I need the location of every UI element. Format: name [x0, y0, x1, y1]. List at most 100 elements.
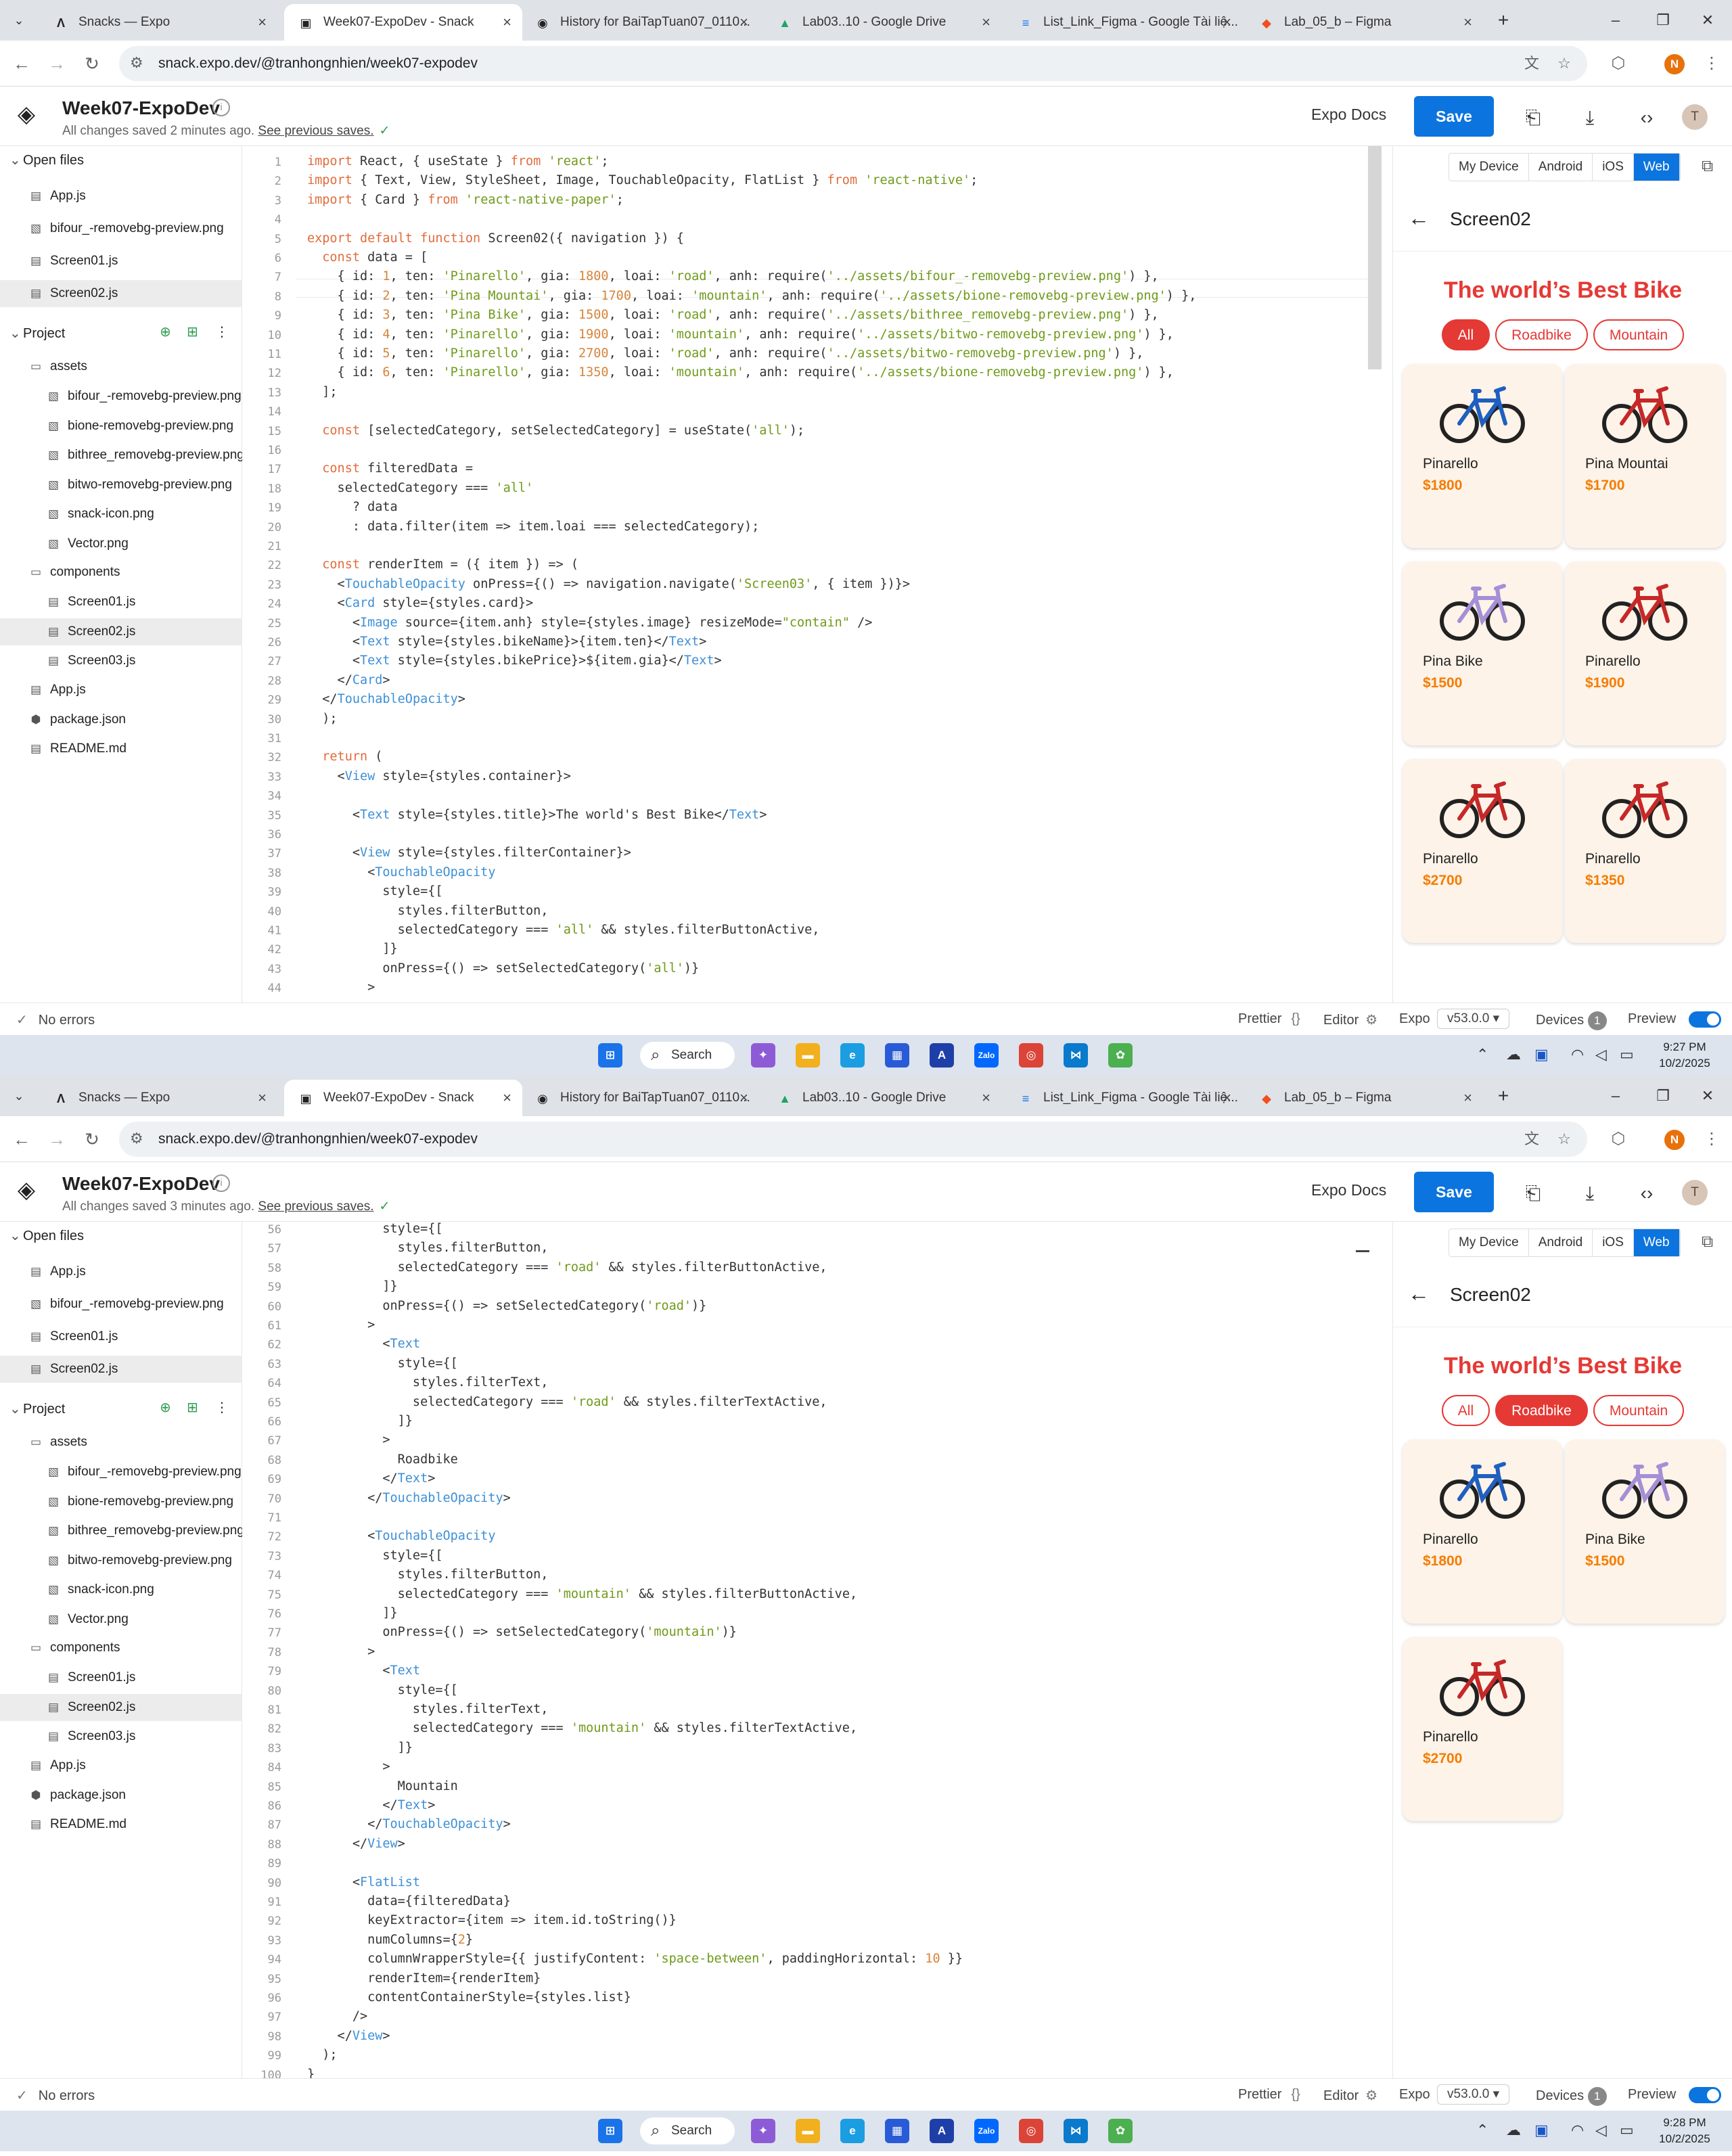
address-bar[interactable]: ⚙ snack.expo.dev/@tranhongnhien/week07-ex…	[119, 46, 1587, 81]
browser-tab[interactable]: ▣ Week07-ExpoDev - Snack ×	[284, 1080, 522, 1116]
close-tab-icon[interactable]: ×	[1223, 1080, 1231, 1116]
close-tab-icon[interactable]: ×	[503, 4, 511, 41]
new-file-icon[interactable]: ⊕	[160, 323, 171, 340]
device-tab[interactable]: Web	[1633, 1229, 1680, 1256]
onedrive-icon[interactable]: ☁	[1506, 2121, 1521, 2139]
filter-button[interactable]: Mountain	[1593, 1395, 1685, 1426]
browser-tab[interactable]: ◉ History for BaiTapTuan07_0110... ×	[521, 4, 759, 41]
device-tab[interactable]: My Device	[1449, 1229, 1529, 1256]
sdk-version-select[interactable]: v53.0.0 ▾	[1437, 2084, 1510, 2105]
windows-start-icon[interactable]: ⊞	[598, 1043, 622, 1068]
embed-code-icon[interactable]: ‹›	[1633, 1180, 1660, 1207]
device-tab[interactable]: Android	[1529, 154, 1593, 181]
file-explorer-icon[interactable]: ▬	[796, 1043, 820, 1068]
vscode-icon[interactable]: ⋈	[1064, 2119, 1088, 2143]
tab-search-chevron-icon[interactable]: ⌄	[8, 9, 30, 31]
tray-chevron-icon[interactable]: ⌃	[1476, 2121, 1488, 2139]
filter-button[interactable]: All	[1441, 1395, 1490, 1426]
qr-device-icon[interactable]: ⎗	[1520, 104, 1547, 131]
info-icon[interactable]: i	[212, 99, 230, 116]
new-folder-icon[interactable]: ⊞	[187, 323, 198, 340]
close-tab-icon[interactable]: ×	[258, 1080, 267, 1116]
asset-file-item[interactable]: ▧ bithree_removebg-preview.png	[0, 1517, 242, 1544]
bike-card[interactable]: Pinarello $2700	[1403, 1637, 1562, 1821]
wifi-icon[interactable]: ◠	[1571, 2121, 1584, 2139]
open-files-header[interactable]: ⌄ Open files	[9, 1227, 84, 1244]
component-file-item[interactable]: ▤ Screen02.js	[0, 618, 242, 645]
save-button[interactable]: Save	[1414, 96, 1494, 137]
folder-assets[interactable]: ▭ assets	[0, 353, 242, 380]
store-icon[interactable]: ▦	[885, 1043, 909, 1068]
back-arrow-icon[interactable]: ←	[1408, 1281, 1430, 1306]
project-menu-icon[interactable]: ⋮	[215, 1399, 229, 1416]
open-file-item[interactable]: ▤ Screen01.js	[0, 1323, 242, 1350]
component-file-item[interactable]: ▤ Screen02.js	[0, 1693, 242, 1721]
tab-search-chevron-icon[interactable]: ⌄	[8, 1085, 30, 1107]
snack-logo-icon[interactable]: ◈	[12, 1176, 41, 1204]
prettier-toggle[interactable]: Prettier {}	[1238, 1011, 1300, 1027]
open-file-item[interactable]: ▤ App.js	[0, 1258, 242, 1285]
root-file-item[interactable]: ⬢ package.json	[0, 706, 242, 733]
code-editor[interactable]: 56 style={[57 styles.filterButton, 58 sel…	[242, 1222, 1392, 2078]
editor-settings[interactable]: Editor ⚙	[1323, 1011, 1377, 1028]
bike-card[interactable]: Pinarello $1900	[1565, 561, 1725, 746]
site-info-icon[interactable]: ⚙	[130, 54, 143, 72]
open-files-header[interactable]: ⌄ Open files	[9, 152, 84, 168]
taskbar-clock[interactable]: 9:28 PM 10/2/2025	[1651, 2115, 1718, 2147]
tray-chevron-icon[interactable]: ⌃	[1476, 1046, 1488, 1063]
profile-avatar[interactable]: N	[1664, 1130, 1685, 1150]
no-errors-status[interactable]: ✓ No errors	[16, 1011, 95, 1028]
close-tab-icon[interactable]: ×	[982, 1080, 990, 1116]
folder-components[interactable]: ▭ components	[0, 1634, 242, 1661]
filter-button[interactable]: Roadbike	[1495, 319, 1588, 350]
close-tab-icon[interactable]: ×	[503, 1080, 511, 1116]
no-errors-status[interactable]: ✓ No errors	[16, 2087, 95, 2104]
back-arrow-icon[interactable]: ←	[9, 51, 34, 76]
battery-icon[interactable]: ▭	[1620, 2121, 1634, 2139]
close-tab-icon[interactable]: ×	[739, 1080, 748, 1116]
qr-device-icon[interactable]: ⎗	[1520, 1180, 1547, 1207]
preview-toggle[interactable]	[1689, 2087, 1721, 2103]
bike-card[interactable]: Pinarello $1800	[1403, 364, 1562, 548]
onedrive-icon[interactable]: ☁	[1506, 1046, 1521, 1063]
browser-tab[interactable]: ▲ Lab03..10 - Google Drive ×	[763, 4, 1001, 41]
asset-file-item[interactable]: ▧ Vector.png	[0, 1606, 242, 1633]
forward-arrow-icon[interactable]: →	[45, 1127, 69, 1151]
chrome-icon[interactable]: ◎	[1019, 2119, 1043, 2143]
component-file-item[interactable]: ▤ Screen01.js	[0, 589, 242, 616]
devices-button[interactable]: Devices 1	[1536, 2087, 1607, 2106]
project-menu-icon[interactable]: ⋮	[215, 323, 229, 340]
address-bar[interactable]: ⚙ snack.expo.dev/@tranhongnhien/week07-ex…	[119, 1122, 1587, 1157]
open-external-icon[interactable]: ⧉	[1702, 157, 1713, 176]
asset-file-item[interactable]: ▧ bione-removebg-preview.png	[0, 413, 242, 440]
file-explorer-icon[interactable]: ▬	[796, 2119, 820, 2143]
open-file-item[interactable]: ▤ Screen02.js	[0, 280, 242, 307]
component-file-item[interactable]: ▤ Screen03.js	[0, 647, 242, 674]
taskbar-clock[interactable]: 9:27 PM 10/2/2025	[1651, 1039, 1718, 1072]
store-icon[interactable]: ▦	[885, 2119, 909, 2143]
close-tab-icon[interactable]: ×	[1463, 1080, 1472, 1116]
close-window-icon[interactable]: ✕	[1694, 7, 1721, 34]
bookmark-star-icon[interactable]: ☆	[1553, 1128, 1575, 1150]
device-tab[interactable]: Web	[1633, 154, 1680, 181]
filter-button[interactable]: Mountain	[1593, 319, 1685, 350]
back-arrow-icon[interactable]: ←	[9, 1127, 34, 1151]
download-icon[interactable]: ⤓	[1576, 104, 1603, 131]
close-tab-icon[interactable]: ×	[982, 4, 990, 41]
asset-file-item[interactable]: ▧ Vector.png	[0, 530, 242, 557]
previous-saves-link[interactable]: See previous saves.	[258, 124, 373, 138]
expo-docs-link[interactable]: Expo Docs	[1311, 106, 1386, 124]
folder-components[interactable]: ▭ components	[0, 559, 242, 586]
bike-card[interactable]: Pinarello $1800	[1403, 1440, 1562, 1624]
info-icon[interactable]: i	[212, 1174, 230, 1192]
editor-settings[interactable]: Editor ⚙	[1323, 2087, 1377, 2104]
close-window-icon[interactable]: ✕	[1694, 1082, 1721, 1109]
new-tab-plus-icon[interactable]: +	[1491, 8, 1516, 32]
bike-card[interactable]: Pina Bike $1500	[1403, 561, 1562, 746]
close-tab-icon[interactable]: ×	[258, 4, 267, 41]
component-file-item[interactable]: ▤ Screen01.js	[0, 1664, 242, 1691]
browser-tab[interactable]: ◆ Lab_05_b – Figma ×	[1245, 4, 1483, 41]
app-tray-icon[interactable]: ▣	[1534, 2121, 1549, 2139]
minimize-icon[interactable]: –	[1602, 7, 1629, 34]
extensions-icon[interactable]: ⬡	[1606, 51, 1631, 76]
